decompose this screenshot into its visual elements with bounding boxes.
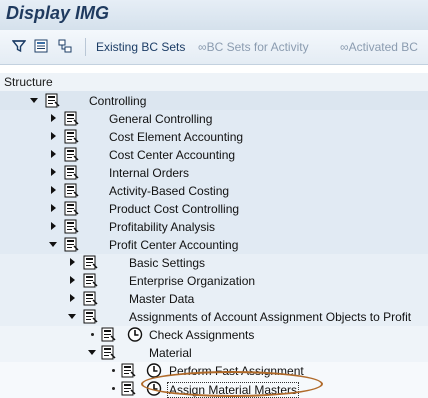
expanded-arrow-icon[interactable] <box>30 98 38 103</box>
collapsed-arrow-icon[interactable] <box>51 204 56 212</box>
expanded-arrow-icon[interactable] <box>68 314 76 319</box>
tree-node-enterprise-organization[interactable]: Enterprise Organization <box>0 272 428 290</box>
tree-node-profit-center-accounting[interactable]: Profit Center Accounting <box>0 236 428 254</box>
tree-node-product-cost-controlling[interactable]: Product Cost Controlling <box>0 200 428 218</box>
collapsed-arrow-icon[interactable] <box>70 276 75 284</box>
tree-node-internal-orders[interactable]: Internal Orders <box>0 164 428 182</box>
img-document-icon <box>83 309 98 324</box>
tree-node-label: Check Assignments <box>149 328 255 342</box>
img-document-icon <box>121 381 136 396</box>
collapsed-arrow-icon[interactable] <box>51 150 56 158</box>
tree-node-activity-based-costing[interactable]: Activity-Based Costing <box>0 182 428 200</box>
img-document-icon <box>64 129 79 144</box>
window-title: Display IMG <box>6 3 110 23</box>
img-document-icon <box>121 363 136 378</box>
tree-node-label: Basic Settings <box>129 256 206 270</box>
tree-node-label: Master Data <box>129 292 195 306</box>
img-document-icon <box>64 201 79 216</box>
tree-node-controlling[interactable]: Controlling <box>0 92 428 110</box>
tree-node-label: Activity-Based Costing <box>109 184 230 198</box>
activated-bc-button: ∞Activated BC <box>340 40 418 54</box>
bc-link-icon: ∞ <box>198 40 207 54</box>
img-document-icon <box>64 183 79 198</box>
tree-node-label: Cost Center Accounting <box>109 148 236 162</box>
tree-node-label: Cost Element Accounting <box>109 130 244 144</box>
tree-node-label: Profitability Analysis <box>109 220 216 234</box>
highlight-ellipse <box>141 371 323 397</box>
img-document-icon <box>101 345 116 360</box>
img-document-icon <box>64 237 79 252</box>
img-tree: Controlling General Controlling Cost Ele… <box>0 91 428 398</box>
execute-activity-icon[interactable] <box>127 327 143 342</box>
img-document-icon <box>101 327 116 342</box>
filter-icon[interactable] <box>12 39 26 53</box>
tree-node-label: Profit Center Accounting <box>109 238 239 252</box>
structure-header-label: Structure <box>4 75 53 89</box>
tree-node-material[interactable]: Material <box>0 344 428 362</box>
collapsed-arrow-icon[interactable] <box>70 258 75 266</box>
tree-node-label: Enterprise Organization <box>129 274 256 288</box>
tree-node-cost-element-accounting[interactable]: Cost Element Accounting <box>0 128 428 146</box>
img-document-icon <box>83 273 98 288</box>
tree-node-check-assignments[interactable]: Check Assignments <box>0 326 428 344</box>
tree-node-label: Material <box>149 346 192 360</box>
img-document-icon <box>64 111 79 126</box>
tree-node-basic-settings[interactable]: Basic Settings <box>0 254 428 272</box>
img-document-icon <box>64 147 79 162</box>
tree-node-master-data[interactable]: Master Data <box>0 290 428 308</box>
bc-sets-for-activity-button: ∞BC Sets for Activity <box>198 40 309 54</box>
collapsed-arrow-icon[interactable] <box>51 222 56 230</box>
bc-link-icon: ∞ <box>340 40 349 54</box>
tree-node-label: General Controlling <box>109 112 213 126</box>
collapsed-arrow-icon[interactable] <box>51 114 56 122</box>
document-list-icon[interactable] <box>34 39 48 53</box>
title-bar: Display IMG <box>0 0 428 30</box>
leaf-bullet-icon <box>91 333 94 336</box>
collapsed-arrow-icon[interactable] <box>51 168 56 176</box>
hierarchy-icon[interactable] <box>58 39 72 53</box>
tree-node-label: Assignments of Account Assignment Object… <box>129 310 412 324</box>
img-document-icon <box>45 93 60 108</box>
img-document-icon <box>64 165 79 180</box>
tree-node-label: Controlling <box>89 94 147 108</box>
application-toolbar: Existing BC Sets ∞BC Sets for Activity ∞… <box>0 30 428 65</box>
collapsed-arrow-icon[interactable] <box>70 294 75 302</box>
collapsed-arrow-icon[interactable] <box>51 186 56 194</box>
tree-node-profitability-analysis[interactable]: Profitability Analysis <box>0 218 428 236</box>
structure-header: Structure <box>0 73 428 92</box>
img-document-icon <box>64 219 79 234</box>
leaf-bullet-icon <box>112 369 115 372</box>
expanded-arrow-icon[interactable] <box>88 350 96 355</box>
leaf-bullet-icon <box>112 387 115 390</box>
tree-node-general-controlling[interactable]: General Controlling <box>0 110 428 128</box>
existing-bc-sets-button[interactable]: Existing BC Sets <box>96 40 185 54</box>
activated-bc-label: Activated BC <box>348 40 418 54</box>
tree-node-cost-center-accounting[interactable]: Cost Center Accounting <box>0 146 428 164</box>
expanded-arrow-icon[interactable] <box>49 242 57 247</box>
tree-node-assignments[interactable]: Assignments of Account Assignment Object… <box>0 308 428 326</box>
toolbar-separator <box>85 38 86 56</box>
bc-sets-for-activity-label: BC Sets for Activity <box>206 40 309 54</box>
tree-node-label: Internal Orders <box>109 166 190 180</box>
collapsed-arrow-icon[interactable] <box>51 132 56 140</box>
tree-node-label: Product Cost Controlling <box>109 202 240 216</box>
img-document-icon <box>83 255 98 270</box>
img-document-icon <box>83 291 98 306</box>
